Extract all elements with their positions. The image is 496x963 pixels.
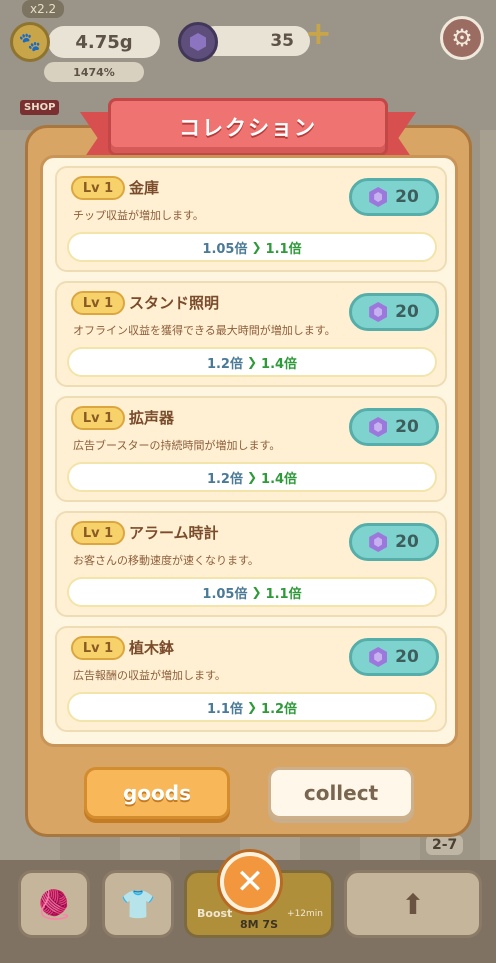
purple-gem-icon <box>369 532 388 552</box>
list-item: Lv 1 金庫 チップ収益が増加します。 20 1.05倍 ❯ 1.1倍 <box>55 166 447 272</box>
level-badge: Lv 1 <box>71 636 125 660</box>
cat-shirt-button[interactable]: 👕 <box>102 870 174 938</box>
multiplier-from: 1.05倍 <box>202 241 248 257</box>
price-value: 20 <box>395 302 419 322</box>
list-item: Lv 1 拡声器 広告ブースターの持続時間が増加します。 20 1.2倍 ❯ 1… <box>55 396 447 502</box>
multiplier-bar: 1.1倍 ❯ 1.2倍 <box>67 692 437 722</box>
list-item: Lv 1 スタンド照明 オフライン収益を獲得できる最大時間が増加します。 20 … <box>55 281 447 387</box>
multiplier-bar: 1.2倍 ❯ 1.4倍 <box>67 462 437 492</box>
multiplier-from: 1.1倍 <box>206 701 243 717</box>
item-description: お客さんの移動速度が速くなります。 <box>73 554 259 567</box>
close-icon[interactable]: ✕ <box>220 852 280 912</box>
upgrade-price-button[interactable]: 20 <box>349 638 439 676</box>
upgrade-arrow-button[interactable]: ⬆ <box>344 870 482 938</box>
chevron-right-icon: ❯ <box>246 700 258 714</box>
add-gems-icon[interactable]: + <box>305 14 332 52</box>
multiplier-to: 1.4倍 <box>261 356 298 372</box>
chevron-right-icon: ❯ <box>246 470 258 484</box>
multiplier-to: 1.2倍 <box>261 701 298 717</box>
chevron-right-icon: ❯ <box>246 355 258 369</box>
purple-gem-icon <box>369 187 388 207</box>
stage-level: 2-7 <box>426 835 464 855</box>
price-value: 20 <box>395 417 419 437</box>
goods-tab-button[interactable]: goods <box>84 767 230 819</box>
multiplier-bar: 1.05倍 ❯ 1.1倍 <box>67 577 437 607</box>
item-description: チップ収益が増加します。 <box>73 209 204 222</box>
level-badge: Lv 1 <box>71 406 125 430</box>
level-badge: Lv 1 <box>71 291 125 315</box>
upgrade-price-button[interactable]: 20 <box>349 523 439 561</box>
collect-tab-button[interactable]: collect <box>268 767 414 819</box>
list-item: Lv 1 植木鉢 広告報酬の収益が増加します。 20 1.1倍 ❯ 1.2倍 <box>55 626 447 732</box>
price-value: 20 <box>395 532 419 552</box>
item-name: アラーム時計 <box>129 524 219 542</box>
price-value: 20 <box>395 187 419 207</box>
title-ribbon: コレクション <box>108 98 388 156</box>
item-name: 植木鉢 <box>129 639 175 657</box>
modal-title: コレクション <box>179 116 317 140</box>
gold-counter: 4.75g <box>48 26 160 58</box>
yarn-ball-button[interactable]: 🧶 <box>18 870 90 938</box>
item-description: 広告ブースターの持続時間が増加します。 <box>73 439 281 452</box>
item-description: オフライン収益を獲得できる最大時間が増加します。 <box>73 324 336 337</box>
shop-tag[interactable]: SHOP <box>20 100 60 115</box>
multiplier-to: 1.1倍 <box>265 241 302 257</box>
price-value: 20 <box>395 647 419 667</box>
settings-gear-icon[interactable]: ⚙ <box>440 16 484 60</box>
multiplier-from: 1.2倍 <box>206 471 243 487</box>
purple-gem-icon <box>369 302 388 322</box>
gem-icon <box>178 22 218 62</box>
upgrade-price-button[interactable]: 20 <box>349 178 439 216</box>
percent-counter: 1474% <box>44 62 144 82</box>
item-name: 拡声器 <box>129 409 175 427</box>
collection-list: Lv 1 金庫 チップ収益が増加します。 20 1.05倍 ❯ 1.1倍 Lv … <box>43 158 455 744</box>
boost-timer: 8M 7S <box>239 918 278 931</box>
upgrade-price-button[interactable]: 20 <box>349 408 439 446</box>
item-name: 金庫 <box>129 179 160 197</box>
upgrade-price-button[interactable]: 20 <box>349 293 439 331</box>
list-item: Lv 1 アラーム時計 お客さんの移動速度が速くなります。 20 1.05倍 ❯… <box>55 511 447 617</box>
multiplier-badge: x2.2 <box>22 0 65 18</box>
multiplier-bar: 1.05倍 ❯ 1.1倍 <box>67 232 437 262</box>
multiplier-from: 1.2倍 <box>206 356 243 372</box>
multiplier-bar: 1.2倍 ❯ 1.4倍 <box>67 347 437 377</box>
purple-gem-icon <box>369 647 388 667</box>
multiplier-to: 1.1倍 <box>265 586 302 602</box>
item-description: 広告報酬の収益が増加します。 <box>73 669 226 682</box>
collection-list-panel[interactable]: Lv 1 金庫 チップ収益が増加します。 20 1.05倍 ❯ 1.1倍 Lv … <box>40 155 458 747</box>
multiplier-from: 1.05倍 <box>202 586 248 602</box>
purple-gem-icon <box>369 417 388 437</box>
multiplier-to: 1.4倍 <box>261 471 298 487</box>
chevron-right-icon: ❯ <box>251 585 262 599</box>
level-badge: Lv 1 <box>71 176 125 200</box>
chevron-right-icon: ❯ <box>251 240 262 254</box>
paw-coin-icon: 🐾 <box>10 22 50 62</box>
level-badge: Lv 1 <box>71 521 125 545</box>
item-name: スタンド照明 <box>129 294 220 312</box>
